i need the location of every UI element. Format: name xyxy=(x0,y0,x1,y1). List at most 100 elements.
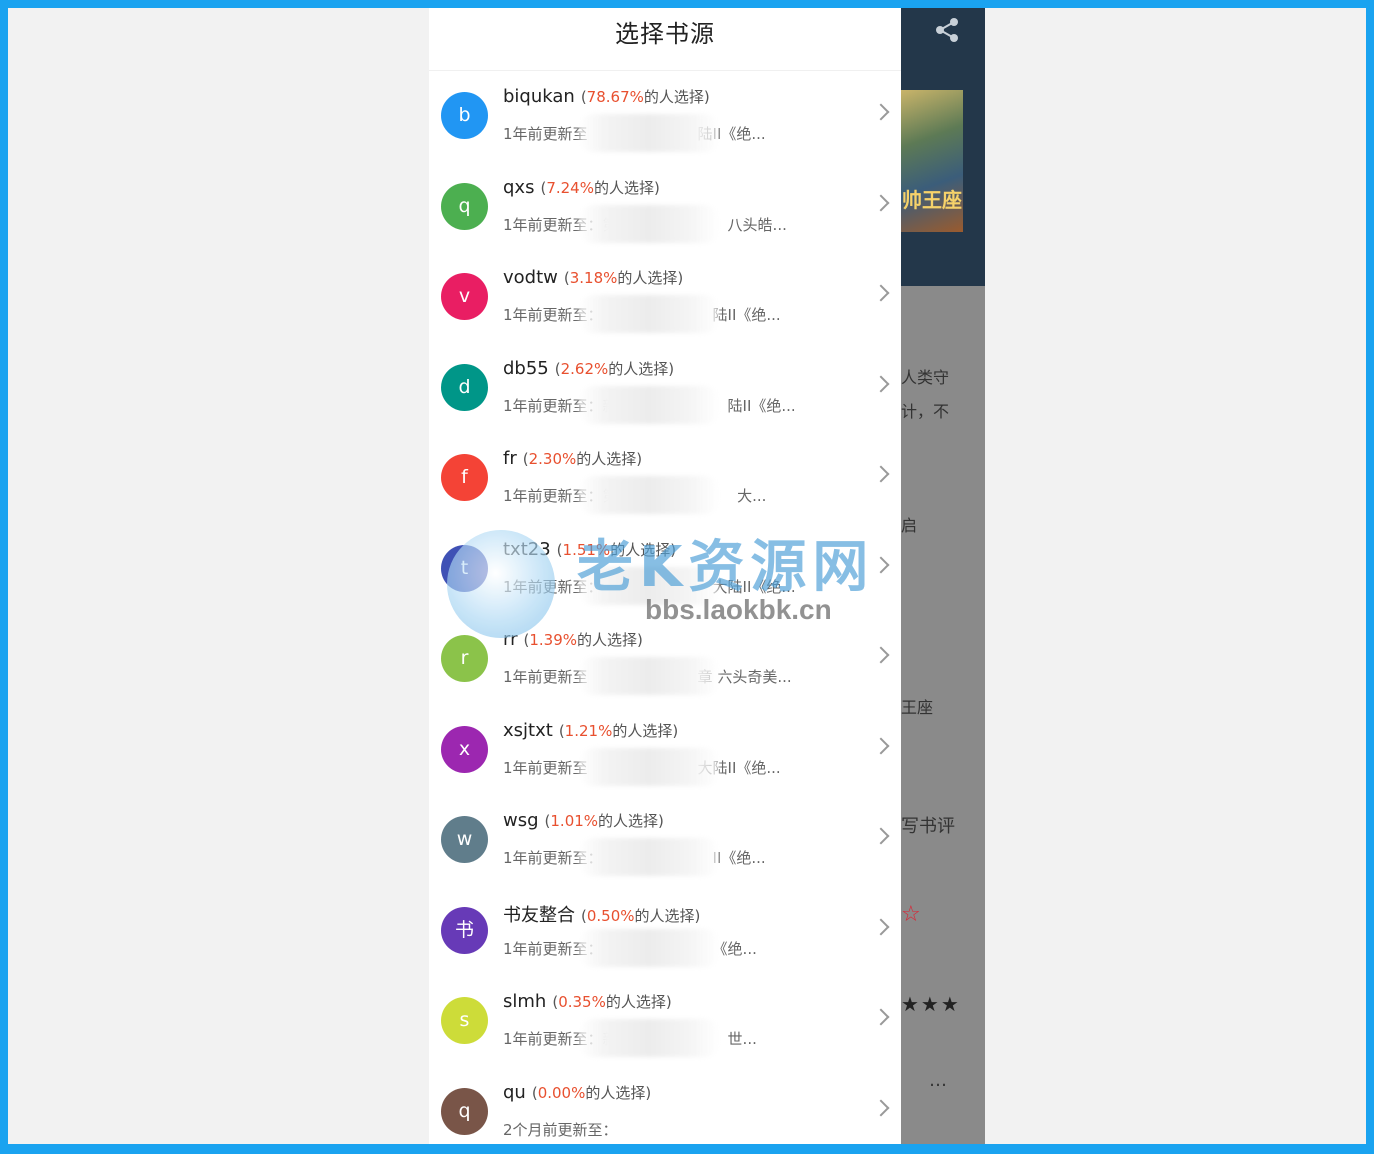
source-percent-suffix: 的人选择) xyxy=(608,359,675,378)
book-info-row[interactable]: 王座 xyxy=(901,694,933,718)
background-book-page: 帅王座 人类守 计，不 启 王座 写书评 ☆ ★★★ … xyxy=(901,8,985,1144)
redaction-blur xyxy=(579,1019,719,1057)
source-select-dialog: 选择书源 b biqukan (78.67%的人选择) 1年前更新至 陆II《绝... q… xyxy=(429,8,901,1144)
source-name: slmh xyxy=(503,991,547,1012)
source-avatar: f xyxy=(441,454,488,501)
source-percent: 78.67% xyxy=(586,88,644,106)
source-name-line: rr (1.39%的人选择) xyxy=(503,629,643,650)
source-percent: 7.24% xyxy=(546,178,594,197)
source-percent-suffix: 的人选择) xyxy=(585,1083,652,1102)
source-chapter-tail: 大陆II《绝... xyxy=(712,577,796,596)
source-item[interactable]: d db55 (2.62%的人选择) 1年前更新至：新 陆II《绝... xyxy=(429,342,901,433)
more-icon[interactable]: … xyxy=(929,1070,947,1091)
source-item[interactable]: s slmh (0.35%的人选择) 1年前更新至：新 世... xyxy=(429,975,901,1066)
source-name: xsjtxt xyxy=(503,719,553,741)
chevron-right-icon xyxy=(872,556,890,573)
source-list: b biqukan (78.67%的人选择) 1年前更新至 陆II《绝... q qxs (7… xyxy=(429,70,901,1144)
chevron-right-icon xyxy=(872,375,890,392)
source-name: fr xyxy=(503,448,517,469)
source-item[interactable]: v vodtw (3.18%的人选择) 1年前更新至： 陆II《绝... xyxy=(429,251,901,342)
chevron-right-icon xyxy=(872,827,890,845)
redaction-blur xyxy=(579,566,719,605)
source-name-line: wsg (1.01%的人选择) xyxy=(503,810,664,831)
source-name: qu xyxy=(503,1081,526,1103)
source-percent: 3.18% xyxy=(569,269,618,287)
redaction-blur xyxy=(579,114,719,152)
source-percent-suffix: 的人选择) xyxy=(576,450,643,468)
write-review-link[interactable]: 写书评 xyxy=(901,812,955,838)
source-percent-suffix: 的人选择) xyxy=(577,631,643,649)
source-avatar: t xyxy=(441,544,488,592)
redaction-blur xyxy=(579,747,719,786)
source-name-line: slmh (0.35%的人选择) xyxy=(503,991,672,1012)
redaction-blur xyxy=(579,385,719,424)
chevron-right-icon xyxy=(872,737,890,754)
source-percent-suffix: 的人选择) xyxy=(617,269,684,287)
source-item[interactable]: r rr (1.39%的人选择) 1年前更新至章 六头奇美... xyxy=(429,613,901,704)
source-avatar: b xyxy=(441,92,488,139)
source-name-line: qxs (7.24%的人选择) xyxy=(503,177,660,198)
source-name-line: 书友整合 (0.50%的人选择) xyxy=(503,901,700,927)
source-update-text: 1年前更新至 xyxy=(503,758,588,777)
book-intro-line: 计，不 xyxy=(901,402,950,421)
source-chapter-tail: 大... xyxy=(737,487,767,505)
redaction-blur xyxy=(579,928,719,967)
source-chapter-tail: 陆II《绝... xyxy=(712,306,781,324)
source-percent: 1.01% xyxy=(550,812,599,830)
redaction-blur xyxy=(579,476,719,514)
rating-stars: ★★★ xyxy=(901,992,961,1016)
source-item[interactable]: f fr (2.30%的人选择) 1年前更新至：第8 大... xyxy=(429,432,901,523)
source-name-line: vodtw (3.18%的人选择) xyxy=(503,267,683,288)
source-name-line: db55 (2.62%的人选择) xyxy=(503,358,674,379)
source-name: 书友整合 xyxy=(503,904,575,926)
source-percent-suffix: 的人选择) xyxy=(605,993,672,1011)
star-outline-icon[interactable]: ☆ xyxy=(901,902,921,927)
source-avatar: q xyxy=(441,1087,488,1135)
source-item[interactable]: q qu (0.00%的人选择) 2个月前更新至： xyxy=(429,1066,901,1145)
source-item[interactable]: q qxs (7.24%的人选择) 1年前更新至：第 八头皓... xyxy=(429,161,901,252)
source-avatar: d xyxy=(441,363,488,411)
source-percent-wrap: (1.01%的人选择) xyxy=(544,812,664,830)
source-percent: 1.21% xyxy=(564,721,613,740)
share-icon[interactable] xyxy=(933,16,961,44)
source-update-text: 2个月前更新至： xyxy=(503,1120,618,1139)
source-name: wsg xyxy=(503,810,539,831)
source-item[interactable]: b biqukan (78.67%的人选择) 1年前更新至 陆II《绝... xyxy=(429,70,901,161)
source-percent: 2.30% xyxy=(528,450,577,468)
source-percent-suffix: 的人选择) xyxy=(593,178,660,197)
source-chapter-tail: II《绝... xyxy=(712,849,766,867)
chevron-right-icon xyxy=(872,284,890,302)
source-item[interactable]: w wsg (1.01%的人选择) 1年前更新至： II《绝... xyxy=(429,794,901,885)
source-avatar: v xyxy=(441,273,488,320)
source-name: rr xyxy=(503,629,518,650)
source-item[interactable]: x xsjtxt (1.21%的人选择) 1年前更新至 大陆II《绝... xyxy=(429,704,901,795)
source-avatar: r xyxy=(441,635,488,682)
source-percent-wrap: (3.18%的人选择) xyxy=(563,269,684,287)
source-name-line: fr (2.30%的人选择) xyxy=(503,448,642,469)
source-avatar: q xyxy=(441,182,488,230)
book-cover-title: 帅王座 xyxy=(902,188,962,212)
source-percent-wrap: (1.51%的人选择) xyxy=(556,540,677,559)
chevron-right-icon xyxy=(872,103,890,121)
chevron-right-icon xyxy=(872,646,890,664)
dialog-title: 选择书源 xyxy=(615,20,715,48)
source-name: vodtw xyxy=(503,267,558,288)
chevron-right-icon xyxy=(872,1099,890,1116)
source-percent-wrap: (0.35%的人选择) xyxy=(552,993,672,1011)
redaction-blur xyxy=(579,838,719,876)
source-name-line: qu (0.00%的人选择) xyxy=(503,1082,651,1103)
source-item[interactable]: 书书友整合 (0.50%的人选择) 1年前更新至： 《绝... xyxy=(429,885,901,976)
source-avatar: s xyxy=(441,997,488,1044)
source-avatar: 书 xyxy=(441,906,488,954)
source-percent-suffix: 的人选择) xyxy=(634,906,701,925)
chevron-right-icon xyxy=(872,918,890,935)
source-avatar: x xyxy=(441,725,488,773)
book-info-row[interactable]: 启 xyxy=(901,512,917,536)
source-name-line: txt23 (1.51%的人选择) xyxy=(503,539,676,560)
chevron-right-icon xyxy=(872,465,890,483)
source-chapter-tail: 《绝... xyxy=(712,939,757,958)
source-item[interactable]: t txt23 (1.51%的人选择) 1年前更新至： 大陆II《绝... xyxy=(429,523,901,614)
redaction-blur xyxy=(579,204,719,243)
source-percent: 1.39% xyxy=(529,631,577,649)
source-percent-wrap: (1.39%的人选择) xyxy=(523,631,643,649)
